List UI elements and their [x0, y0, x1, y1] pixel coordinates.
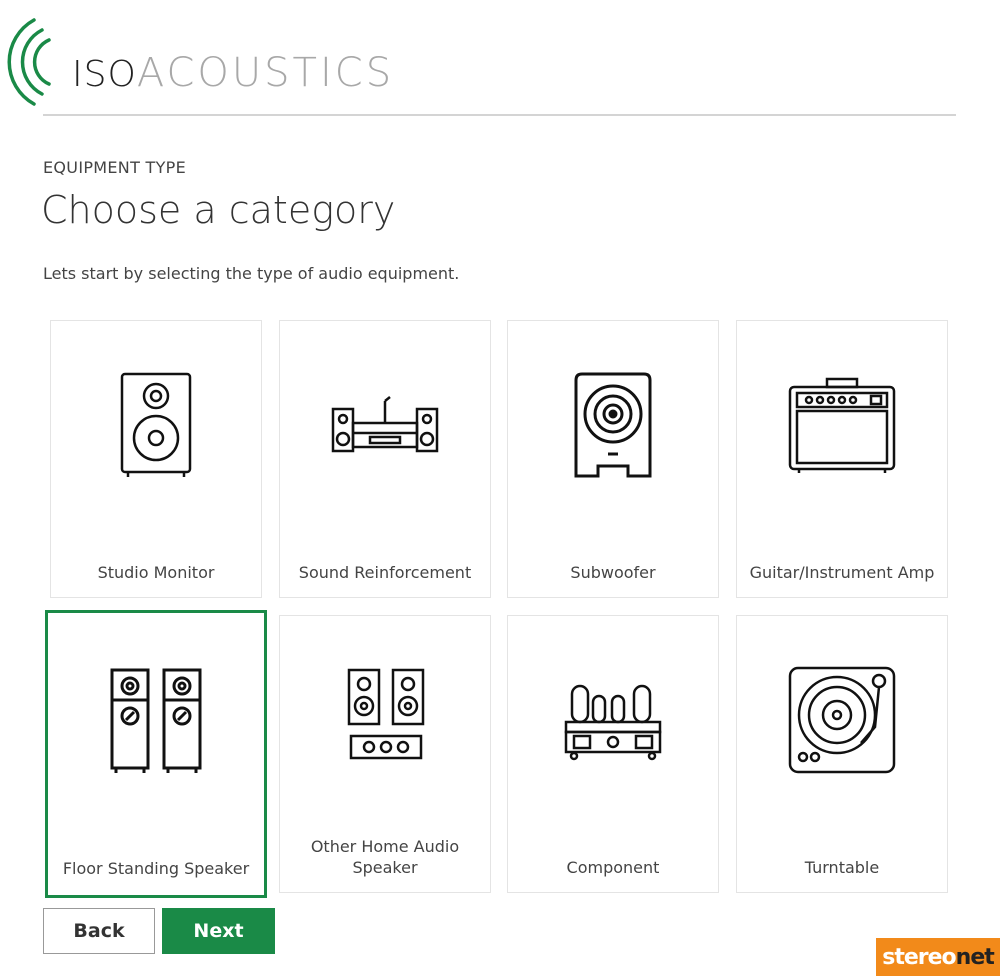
page-title: Choose a category: [41, 188, 396, 232]
home-audio-speaker-icon: [280, 656, 490, 776]
watermark-text-stereo: stereo: [882, 944, 956, 970]
category-card-studio-monitor[interactable]: Studio Monitor: [50, 320, 262, 598]
subwoofer-icon: [508, 365, 718, 485]
guitar-amp-icon: [737, 365, 947, 485]
category-card-component[interactable]: Component: [507, 615, 719, 893]
logo-text-acoustics: ACOUSTICS: [136, 50, 395, 96]
category-card-subwoofer[interactable]: Subwoofer: [507, 320, 719, 598]
category-label: Other Home Audio Speaker: [310, 837, 460, 877]
watermark-text-net: net: [955, 944, 995, 970]
category-card-floor-standing-speaker[interactable]: Floor Standing Speaker: [45, 610, 267, 898]
section-eyebrow: EQUIPMENT TYPE: [43, 158, 187, 177]
category-label: Component: [566, 858, 660, 877]
logo-text-iso: ISO: [72, 54, 137, 95]
component-icon: [508, 656, 718, 776]
isoacoustics-logo: ISOACOUSTICS: [6, 14, 476, 110]
sound-waves-icon: [7, 18, 51, 106]
category-card-guitar-amp[interactable]: Guitar/Instrument Amp: [736, 320, 948, 598]
turntable-icon: [737, 660, 947, 780]
category-card-turntable[interactable]: Turntable: [736, 615, 948, 893]
next-button[interactable]: Next: [162, 908, 275, 954]
category-label: Studio Monitor: [97, 563, 215, 582]
floor-standing-speaker-icon: [48, 661, 264, 781]
category-label: Guitar/Instrument Amp: [749, 563, 935, 582]
category-label: Sound Reinforcement: [298, 563, 472, 582]
back-button[interactable]: Back: [43, 908, 155, 954]
category-label: Turntable: [804, 858, 880, 877]
page-subtitle: Lets start by selecting the type of audi…: [43, 264, 460, 283]
header-divider: [43, 114, 956, 116]
category-label: Floor Standing Speaker: [62, 859, 250, 878]
category-label: Subwoofer: [570, 563, 656, 582]
category-card-sound-reinforcement[interactable]: Sound Reinforcement: [279, 320, 491, 598]
category-card-other-home-audio-speaker[interactable]: Other Home Audio Speaker: [279, 615, 491, 893]
stereonet-watermark: stereonet: [876, 938, 1000, 976]
studio-monitor-icon: [51, 365, 261, 485]
sound-reinforcement-icon: [280, 365, 490, 485]
